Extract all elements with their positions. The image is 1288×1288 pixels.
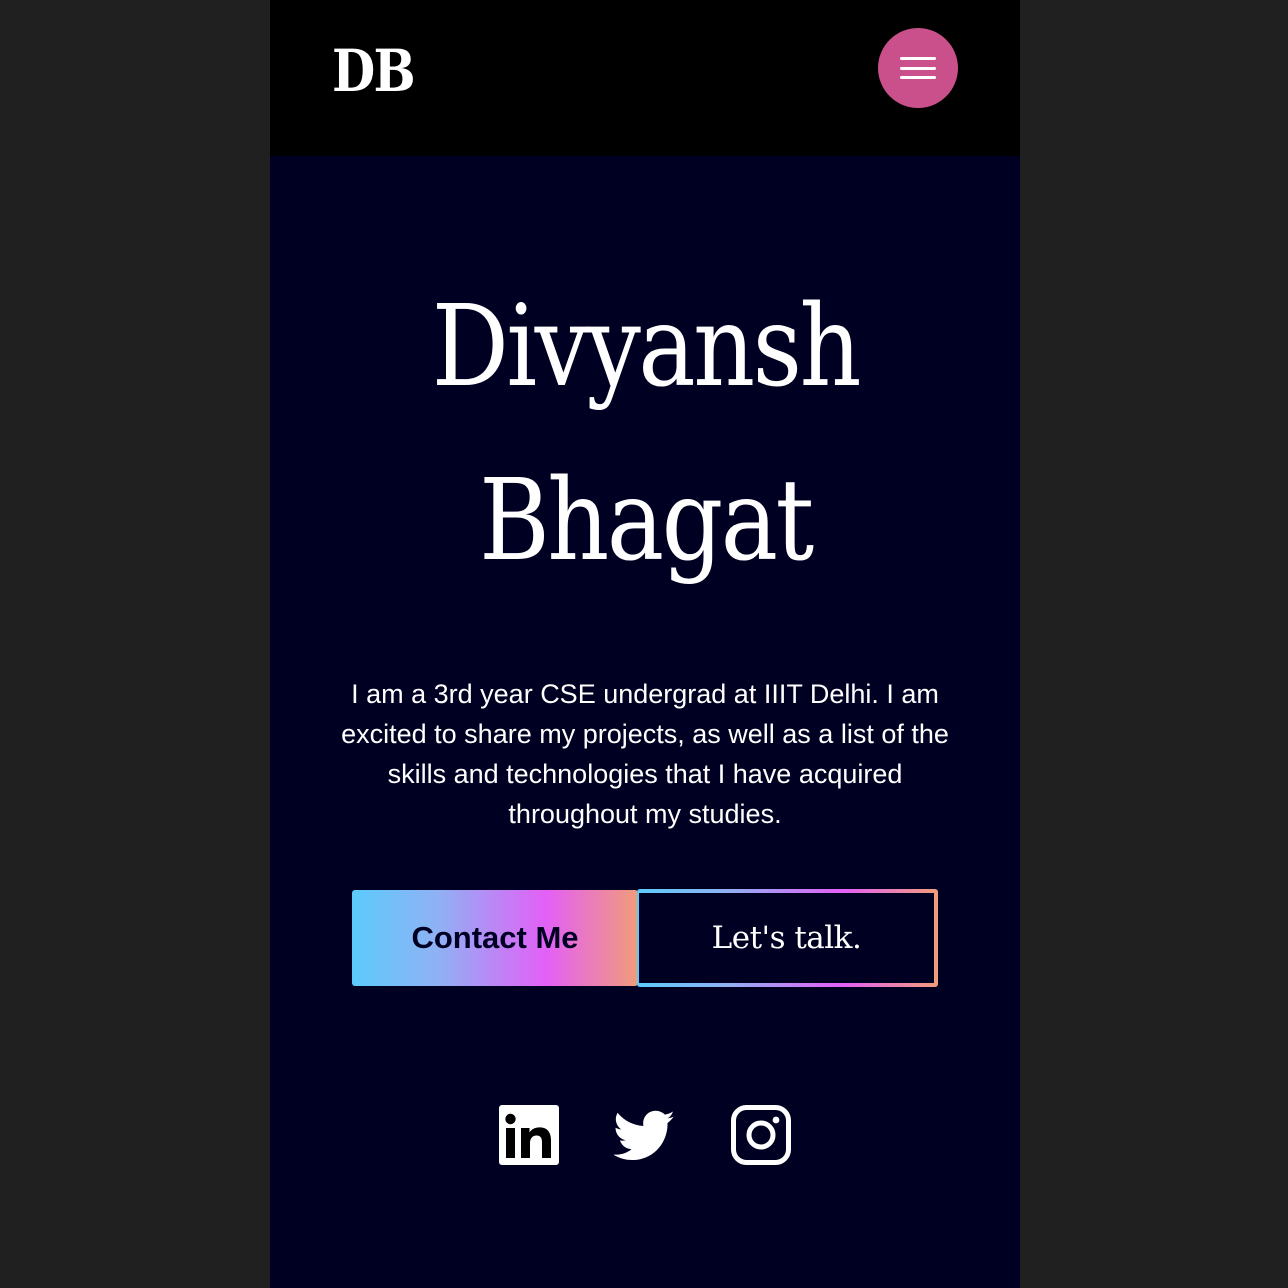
navbar: DB [270,0,1020,156]
twitter-link[interactable] [614,1104,676,1166]
twitter-icon [614,1110,675,1161]
hero-first-name: Divyansh [431,282,861,412]
linkedin-icon [499,1105,559,1165]
social-links [270,1104,1020,1168]
page: DB Divyansh Bhagat I am a 3rd year CSE u… [270,0,1020,1288]
instagram-icon [731,1105,791,1165]
lets-talk-label: Let's talk. [639,893,934,983]
contact-me-button[interactable]: Contact Me [352,890,638,986]
linkedin-link[interactable] [498,1104,560,1166]
hero-name: Divyansh Bhagat [270,260,1020,608]
site-logo[interactable]: DB [332,36,416,106]
lets-talk-button[interactable]: Let's talk. [637,889,938,987]
hero-last-name: Bhagat [478,456,814,586]
intro-text: I am a 3rd year CSE undergrad at IIIT De… [341,679,949,829]
instagram-link[interactable] [730,1104,792,1166]
menu-button[interactable] [878,28,958,108]
